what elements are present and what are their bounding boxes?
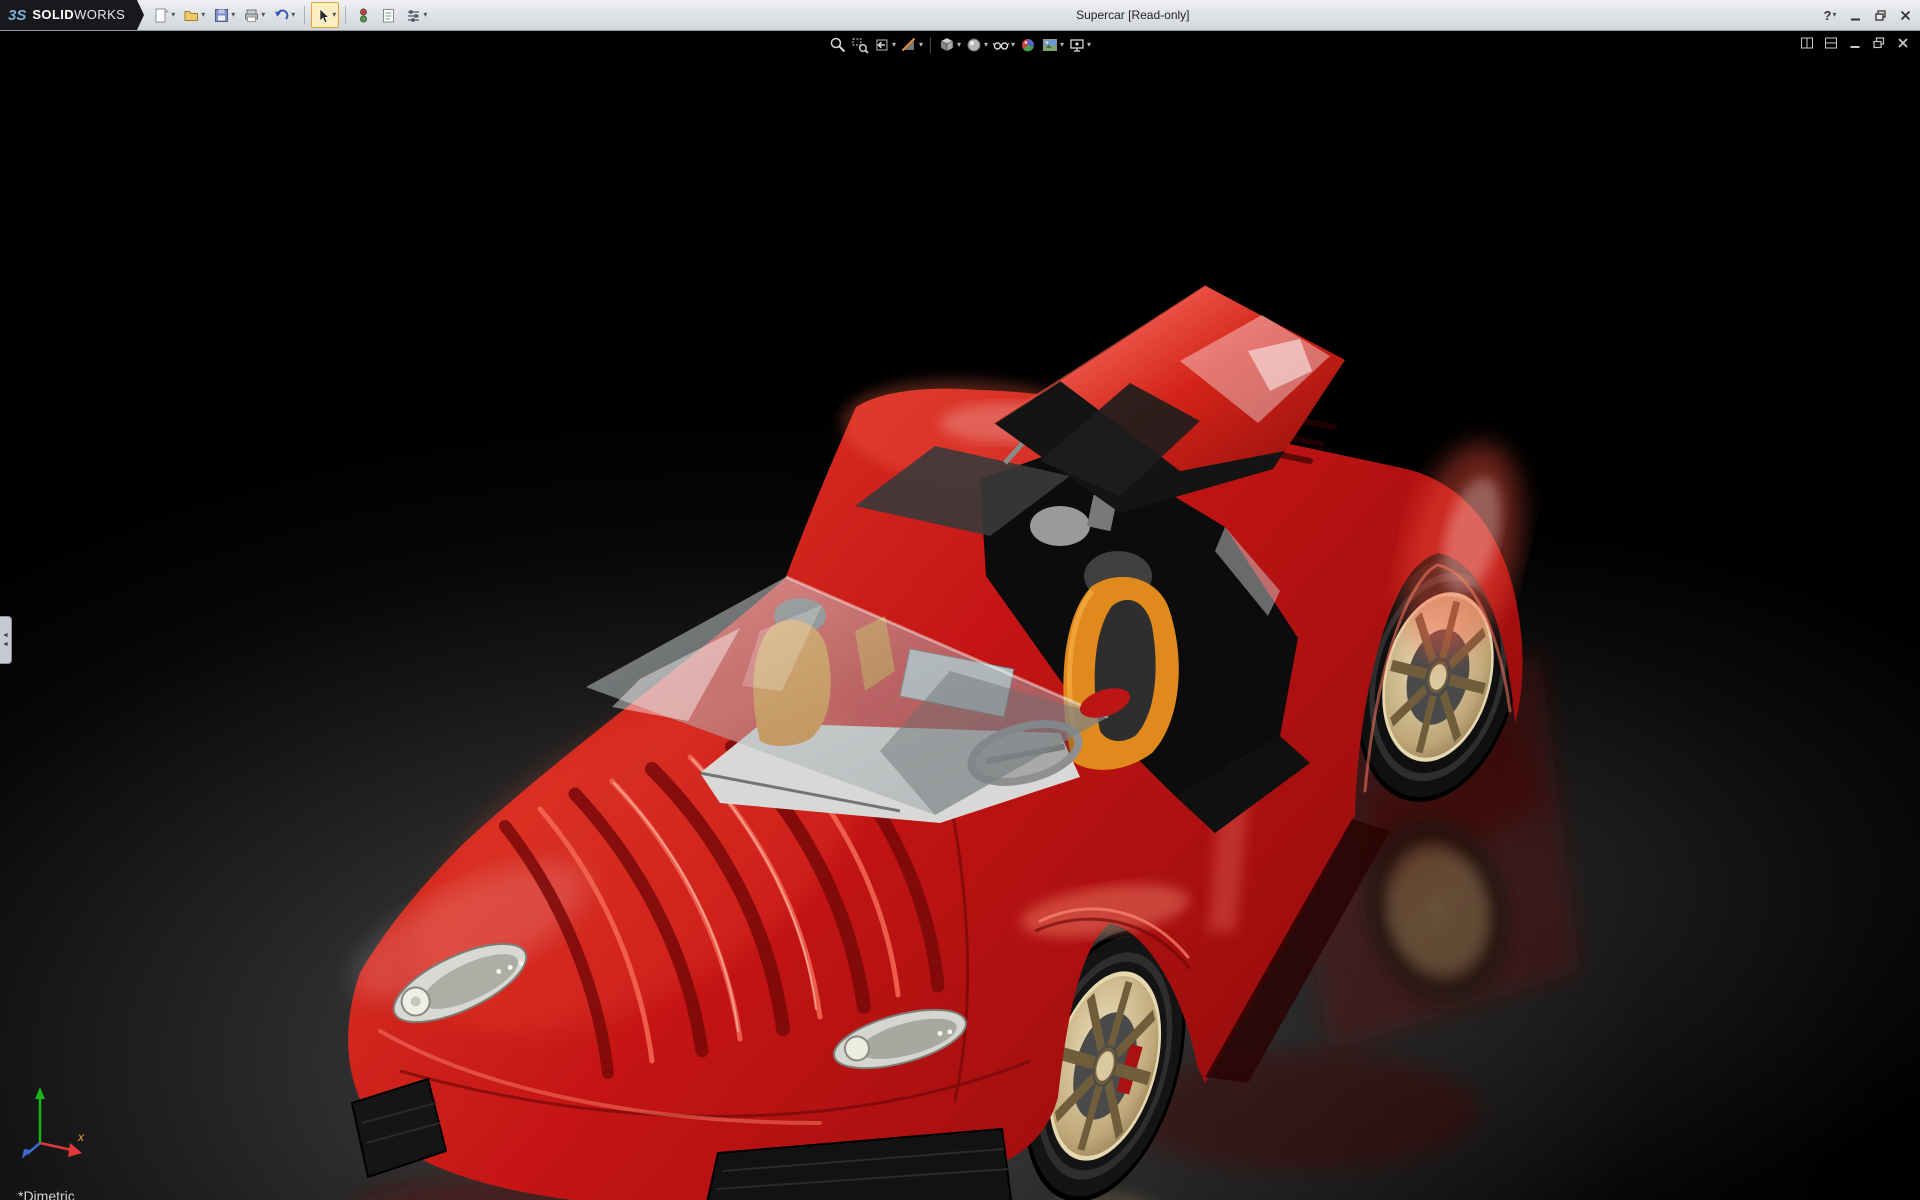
rebuild-traffic-light-icon [355, 7, 372, 24]
open-document-button[interactable]: ▾ [180, 2, 208, 28]
select-cursor-icon [314, 7, 331, 24]
main-toolbar: ▾ ▾ ▾ ▾ ▾ [150, 2, 430, 28]
undo-button[interactable]: ▾ [270, 2, 298, 28]
section-view-button[interactable]: ▾ [899, 34, 924, 56]
close-button[interactable] [1896, 6, 1914, 24]
restore-document-button[interactable] [1872, 36, 1886, 55]
tile-horizontally-button[interactable] [1800, 36, 1814, 55]
solidworks-logo[interactable]: 3S SOLIDWORKS [0, 0, 137, 30]
zoom-to-area-icon [851, 36, 869, 54]
zoom-to-fit-icon [829, 36, 847, 54]
x-axis [40, 1143, 82, 1157]
options-sliders-icon [405, 7, 422, 24]
apply-scene-icon [1041, 36, 1059, 54]
view-settings-icon [1068, 36, 1086, 54]
document-window-controls [1800, 36, 1910, 55]
zoom-to-area-button[interactable] [850, 34, 870, 56]
minimize-icon [1849, 9, 1862, 22]
view-orientation-label: *Dimetric [18, 1188, 75, 1200]
file-properties-button[interactable] [377, 2, 400, 28]
help-button[interactable]: ?▾ [1821, 6, 1839, 24]
toolbar-separator [304, 6, 305, 24]
select-tool-button[interactable]: ▾ [311, 2, 339, 28]
minimize-button[interactable] [1846, 6, 1864, 24]
tile-vertically-button[interactable] [1824, 36, 1838, 55]
titlebar: 3S SOLIDWORKS ▾ ▾ ▾ [0, 0, 1920, 31]
hide-show-glasses-icon [992, 36, 1010, 54]
close-icon [1899, 9, 1912, 22]
zoom-to-fit-button[interactable] [828, 34, 848, 56]
headsup-separator [930, 37, 931, 53]
orientation-triad: x [20, 1081, 92, 1165]
graphics-area[interactable]: ▾ ▾ ▾ ▾ ▾ [0, 31, 1920, 1200]
rebuild-button[interactable] [352, 2, 375, 28]
view-orientation-cube-icon [938, 36, 956, 54]
save-button[interactable]: ▾ [210, 2, 238, 28]
print-icon [243, 7, 260, 24]
feature-manager-collapsed-tab[interactable]: ◄ ◄ [0, 616, 12, 664]
x-axis-label: x [77, 1130, 85, 1144]
heads-up-view-toolbar: ▾ ▾ ▾ ▾ ▾ [828, 34, 1092, 56]
open-folder-icon [183, 7, 200, 24]
supercar-3d-model[interactable] [0, 31, 1920, 1200]
restore-button[interactable] [1871, 6, 1889, 24]
previous-view-icon [873, 36, 891, 54]
display-style-button[interactable]: ▾ [964, 34, 989, 56]
view-settings-button[interactable]: ▾ [1067, 34, 1092, 56]
previous-view-button[interactable]: ▾ [872, 34, 897, 56]
expand-panel-icon: ◄ [2, 641, 9, 648]
close-document-icon [1896, 36, 1910, 50]
z-axis [22, 1143, 40, 1159]
print-button[interactable]: ▾ [240, 2, 268, 28]
undo-icon [273, 7, 290, 24]
edit-appearance-button[interactable] [1018, 34, 1038, 56]
window-title: Supercar [Read-only] [1076, 8, 1189, 22]
save-floppy-icon [213, 7, 230, 24]
titlebar-window-controls: ?▾ [1821, 0, 1914, 30]
restore-document-icon [1872, 36, 1886, 50]
display-style-icon [965, 36, 983, 54]
dassault-3ds-icon: 3S [8, 7, 26, 24]
file-properties-icon [380, 7, 397, 24]
y-axis [35, 1087, 45, 1143]
close-document-button[interactable] [1896, 36, 1910, 55]
options-button[interactable]: ▾ [402, 2, 430, 28]
expand-panel-icon: ◄ [2, 632, 9, 639]
new-document-icon [153, 7, 170, 24]
section-view-icon [900, 36, 918, 54]
toolbar-separator [345, 6, 346, 24]
edit-appearance-ball-icon [1019, 36, 1037, 54]
minimize-document-button[interactable] [1848, 36, 1862, 55]
new-document-button[interactable]: ▾ [150, 2, 178, 28]
minimize-document-icon [1848, 36, 1862, 50]
logo-notch-icon [137, 0, 144, 30]
hide-show-items-button[interactable]: ▾ [991, 34, 1016, 56]
brand-text: SOLIDWORKS [32, 6, 125, 24]
restore-icon [1874, 9, 1887, 22]
tile-vertical-icon [1824, 36, 1838, 50]
apply-scene-button[interactable]: ▾ [1040, 34, 1065, 56]
tile-horizontal-icon [1800, 36, 1814, 50]
view-orientation-button[interactable]: ▾ [937, 34, 962, 56]
